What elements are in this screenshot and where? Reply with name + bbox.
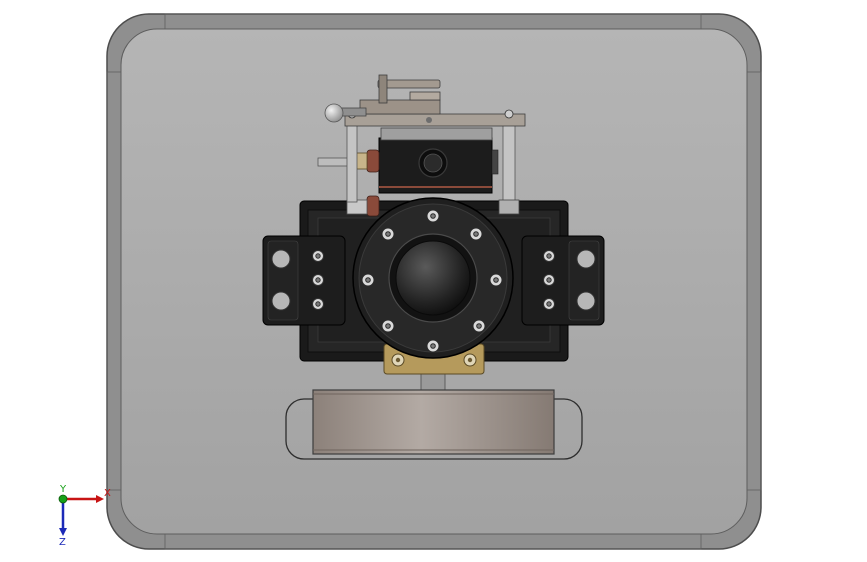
coordinate-triad: X Y Z bbox=[58, 484, 111, 548]
cad-model-view: X Y Z bbox=[58, 13, 762, 550]
drum-pulley bbox=[312, 389, 555, 455]
z-axis-label: Z bbox=[59, 537, 66, 548]
x-axis-label: X bbox=[104, 488, 111, 499]
left-bracket bbox=[262, 235, 346, 326]
actuator-block bbox=[378, 127, 499, 194]
y-axis-label: Y bbox=[59, 484, 67, 495]
y-axis-dot bbox=[58, 494, 68, 504]
right-bracket bbox=[521, 235, 605, 326]
cad-viewport[interactable]: X Y Z bbox=[0, 0, 867, 562]
